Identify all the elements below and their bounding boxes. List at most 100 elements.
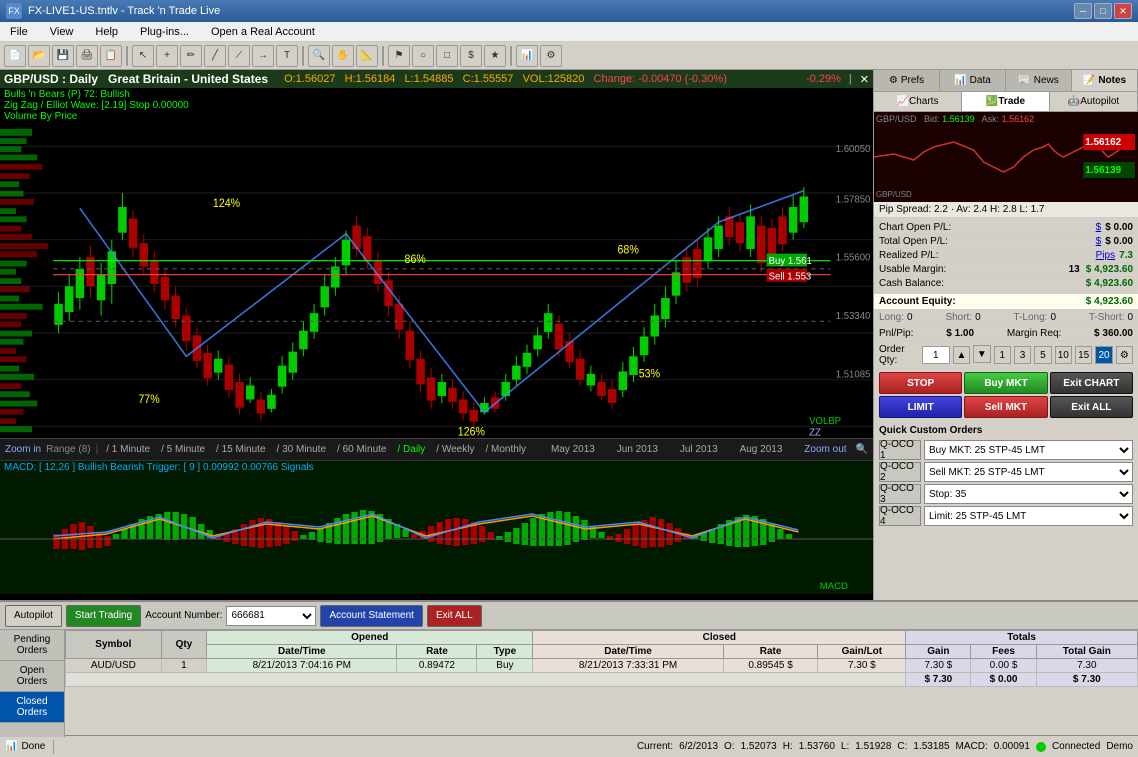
save-btn[interactable]: 💾 <box>52 45 74 67</box>
print-btn[interactable]: 🖨 <box>76 45 98 67</box>
ruler-btn[interactable]: 📐 <box>356 45 378 67</box>
tab-notes[interactable]: 📝 Notes <box>1072 70 1138 91</box>
qco-4-id: Q-OCO 4 <box>879 506 921 526</box>
tf-1min[interactable]: / 1 Minute <box>103 444 153 455</box>
open-btn[interactable]: 📂 <box>28 45 50 67</box>
orders-table-area[interactable]: Symbol Qty Opened Closed Totals Date/Tim… <box>65 630 1138 737</box>
close-button[interactable]: ✕ <box>1114 3 1132 19</box>
td-fees: 0.00 $ <box>971 659 1036 673</box>
qty-5-button[interactable]: 5 <box>1034 346 1051 364</box>
hand-btn[interactable]: ✋ <box>332 45 354 67</box>
star-btn[interactable]: ★ <box>484 45 506 67</box>
arrow-btn[interactable]: → <box>252 45 274 67</box>
qco-2-select[interactable]: Sell MKT: 25 STP-45 LMT <box>924 462 1133 482</box>
qty-down-button[interactable]: ▼ <box>973 345 990 363</box>
trendline-btn[interactable]: ⟋ <box>228 45 250 67</box>
exit-all-button[interactable]: Exit ALL <box>1050 396 1133 418</box>
qco-4-select[interactable]: Limit: 25 STP-45 LMT <box>924 506 1133 526</box>
cash-balance-row: Cash Balance: $ 4,923.60 <box>879 277 1133 291</box>
subtab-trade[interactable]: 💹 Trade <box>962 92 1050 111</box>
tab-data[interactable]: 📊 Data <box>940 70 1006 91</box>
exit-all-bottom-button[interactable]: Exit ALL <box>427 605 482 627</box>
menu-plugins[interactable]: Plug-ins... <box>134 24 195 40</box>
account-number-select[interactable]: 666681 <box>226 606 316 626</box>
text-btn[interactable]: T <box>276 45 298 67</box>
settings-btn[interactable]: ⚙ <box>540 45 562 67</box>
zoom-in-button[interactable]: Zoom in <box>5 444 41 455</box>
stop-button[interactable]: STOP <box>879 372 962 394</box>
menu-help[interactable]: Help <box>89 24 124 40</box>
closed-orders-button[interactable]: Closed Orders <box>0 692 64 723</box>
qco-1-select[interactable]: Buy MKT: 25 STP-45 LMT <box>924 440 1133 460</box>
order-qty-label: Order Qty: <box>879 344 919 366</box>
cursor-btn[interactable]: ↖ <box>132 45 154 67</box>
chart-close-button[interactable]: ✕ <box>860 73 869 86</box>
circle-btn[interactable]: ○ <box>412 45 434 67</box>
new-btn[interactable]: 📄 <box>4 45 26 67</box>
chart-change: Change: -0.00470 (-0.30%) <box>594 73 727 85</box>
svg-text:77%: 77% <box>138 394 159 407</box>
mini-quote-label: GBP/USD Bid: 1.56139 Ask: 1.56162 <box>876 114 1034 124</box>
chart-main[interactable]: 124% 86% 68% 77% 126% 53% 1.60050 1.5785… <box>0 123 873 438</box>
rect-btn[interactable]: □ <box>436 45 458 67</box>
realized-pl-link[interactable]: Pips <box>1096 250 1115 261</box>
qty-up-button[interactable]: ▲ <box>953 346 970 364</box>
tf-monthly[interactable]: / Monthly <box>482 444 529 455</box>
menu-file[interactable]: File <box>4 24 34 40</box>
tab-news[interactable]: 📰 News <box>1006 70 1072 91</box>
line-btn[interactable]: ╱ <box>204 45 226 67</box>
macd-svg: MACD <box>0 474 873 594</box>
maximize-button[interactable]: □ <box>1094 3 1112 19</box>
menu-view[interactable]: View <box>44 24 80 40</box>
indicator-btn[interactable]: 📊 <box>516 45 538 67</box>
pip-spread: Pip Spread: 2.2 · Av: 2.4 H: 2.8 L: 1.7 <box>874 202 1138 218</box>
menu-open-account[interactable]: Open a Real Account <box>205 24 321 40</box>
qco-3-select[interactable]: Stop: 35 <box>924 484 1133 504</box>
data-label: Data <box>970 75 991 86</box>
separator-1 <box>126 46 128 66</box>
tf-30min[interactable]: / 30 Minute <box>274 444 329 455</box>
zoom-out-button[interactable]: Zoom out <box>804 444 846 455</box>
tab-prefs[interactable]: ⚙ Prefs <box>874 70 940 91</box>
total-open-pl-link[interactable]: $ <box>1096 236 1102 247</box>
flag-btn[interactable]: ⚑ <box>388 45 410 67</box>
open-orders-button[interactable]: Open Orders <box>0 661 64 692</box>
qty-10-button[interactable]: 10 <box>1055 346 1072 364</box>
buy-mkt-button[interactable]: Buy MKT <box>964 372 1047 394</box>
sell-mkt-button[interactable]: Sell MKT <box>964 396 1047 418</box>
qty-20-button[interactable]: 20 <box>1095 346 1112 364</box>
pencil-btn[interactable]: ✏ <box>180 45 202 67</box>
exit-chart-button[interactable]: Exit CHART <box>1050 372 1133 394</box>
tlong-label: T-Long: <box>1014 312 1048 323</box>
svg-text:VOLBP: VOLBP <box>809 416 841 427</box>
tf-5min[interactable]: / 5 Minute <box>158 444 208 455</box>
autopilot-button[interactable]: Autopilot <box>5 605 62 627</box>
qty-custom-button[interactable]: ⚙ <box>1116 346 1133 364</box>
macd-panel: MACD: [ 12,26 ] Bullish Bearish Trigger:… <box>0 460 873 600</box>
th-totals-group: Totals <box>906 631 1138 645</box>
copy-btn[interactable]: 📋 <box>100 45 122 67</box>
limit-button[interactable]: LIMIT <box>879 396 962 418</box>
subtab-autopilot[interactable]: 🤖 Autopilot <box>1050 92 1138 111</box>
tf-60min[interactable]: / 60 Minute <box>334 444 389 455</box>
tf-daily[interactable]: / Daily <box>395 444 429 455</box>
account-statement-button[interactable]: Account Statement <box>320 605 423 627</box>
start-trading-button[interactable]: Start Trading <box>66 605 141 627</box>
subtab-charts[interactable]: 📈 Charts <box>874 92 962 111</box>
qty-15-button[interactable]: 15 <box>1075 346 1092 364</box>
chart-open-pl-link[interactable]: $ <box>1096 222 1102 233</box>
zoom-btn[interactable]: 🔍 <box>308 45 330 67</box>
charts-icon: 📈 <box>897 96 909 107</box>
pending-orders-button[interactable]: Pending Orders <box>0 630 64 661</box>
dollar-btn[interactable]: $ <box>460 45 482 67</box>
svg-text:1.56162: 1.56162 <box>1085 137 1121 148</box>
order-qty-input[interactable] <box>922 346 950 364</box>
tf-15min[interactable]: / 15 Minute <box>213 444 268 455</box>
td-open-datetime: 8/21/2013 7:04:16 PM <box>207 659 397 673</box>
crosshair-btn[interactable]: + <box>156 45 178 67</box>
tf-weekly[interactable]: / Weekly <box>433 444 477 455</box>
qty-1-button[interactable]: 1 <box>994 346 1011 364</box>
minimize-button[interactable]: ─ <box>1074 3 1092 19</box>
td-type: Buy <box>477 659 533 673</box>
qty-3-button[interactable]: 3 <box>1014 346 1031 364</box>
